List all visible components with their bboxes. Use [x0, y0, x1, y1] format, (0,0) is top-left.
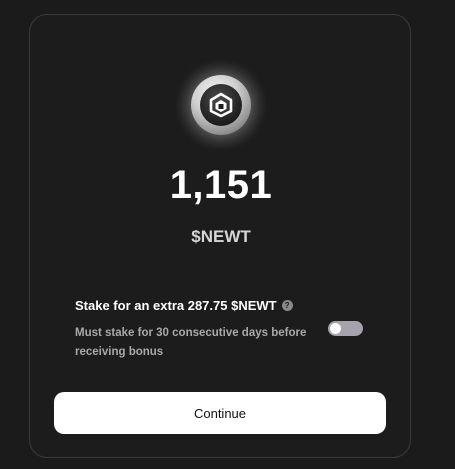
token-coin [191, 75, 251, 135]
stake-bonus-description: Must stake for 30 consecutive days befor… [75, 327, 307, 358]
stake-bonus-title: Stake for an extra 287.75 $NEWT ? [75, 298, 293, 313]
newton-logo-icon [200, 84, 242, 126]
token-ticker: $NEWT [191, 227, 251, 246]
continue-button[interactable]: Continue [54, 392, 386, 434]
stake-card: 1,151 $NEWT Stake for an extra 287.75 $N… [29, 14, 411, 458]
token-logo [175, 59, 267, 151]
stake-bonus-toggle[interactable] [328, 321, 363, 336]
stake-bonus-title-text: Stake for an extra 287.75 $NEWT [75, 298, 277, 313]
token-amount: 1,151 [169, 163, 273, 207]
toggle-knob [330, 323, 341, 334]
question-circle-icon[interactable]: ? [281, 300, 293, 311]
